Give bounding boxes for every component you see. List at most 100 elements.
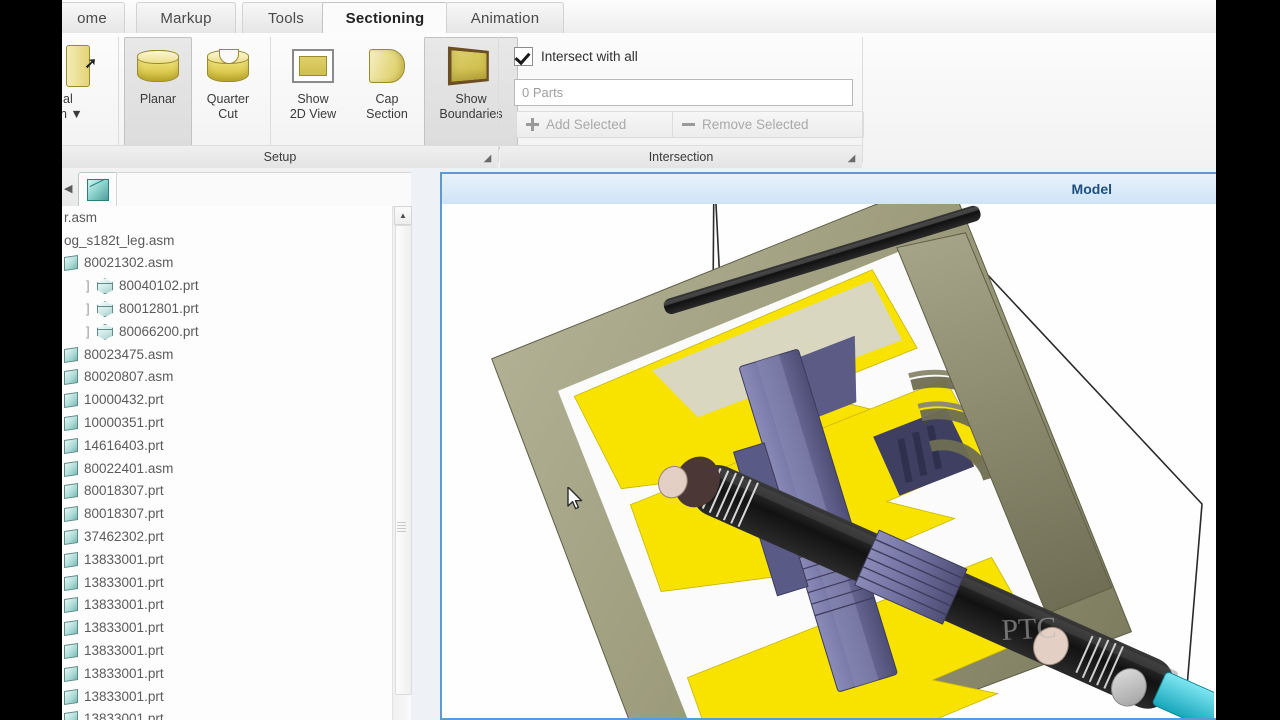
workspace: ◀ r.asm og_s182t_leg.asm 80021302.asm ] 8004… (62, 168, 1216, 720)
model-tree-row[interactable]: 13833001.prt (62, 548, 392, 571)
model-viewport[interactable]: Model PTC (440, 172, 1216, 720)
model-tree-row[interactable]: 13833001.prt (62, 708, 392, 720)
assembly-icon (64, 506, 78, 523)
section-partial-icon: ➚ (66, 44, 97, 88)
model-tree-pane: ◀ r.asm og_s182t_leg.asm 80021302.asm ] 8004… (62, 168, 412, 720)
ribbon-button-partial-section[interactable]: ➚ al on ▼ (62, 37, 112, 149)
ribbon-button-quarter-cut[interactable]: Quarter Cut (192, 37, 264, 149)
scrollbar-thumb[interactable] (395, 225, 412, 695)
ribbon-group-intersection-body: Intersect with all 0 Parts Add Selected … (500, 33, 864, 146)
assembly-icon (64, 255, 78, 272)
model-tree-row-label: r.asm (64, 209, 98, 225)
model-tree-row[interactable]: 10000351.prt (62, 411, 392, 434)
viewport-title-bar: Model (442, 174, 1216, 204)
cap-section-icon (369, 44, 405, 88)
model-tree-row-label: 10000432.prt (84, 392, 164, 408)
model-tree-row-label: 13833001.prt (84, 597, 164, 613)
arrow-up-glyph: ➚ (84, 55, 97, 72)
ribbon-button-cap-section-label1: Cap (375, 92, 399, 106)
model-tree-row-label: 13833001.prt (84, 688, 164, 704)
ribbon-button-show-2d-view[interactable]: Show 2D View (276, 37, 350, 149)
model-tree-row[interactable]: 80018307.prt (62, 502, 392, 525)
assembly-icon (64, 551, 78, 568)
setup-dialog-launcher-icon[interactable]: ◢ (481, 151, 494, 164)
model-tree-row-label: 80066200.prt (119, 323, 199, 339)
show-boundaries-icon (447, 44, 493, 88)
ribbon-button-show-boundaries-label2: Boundaries (439, 107, 503, 121)
ribbon-button-cap-section[interactable]: Cap Section (350, 37, 424, 149)
model-tree-row-label: 80018307.prt (84, 506, 164, 522)
model-tree-row[interactable]: 13833001.prt (62, 616, 392, 639)
tab-sectioning[interactable]: Sectioning (322, 2, 448, 33)
assembly-icon (64, 574, 78, 591)
model-tree-row[interactable]: ] 80066200.prt (62, 320, 392, 343)
sectioned-gearbox-assembly: PTC (491, 204, 1216, 718)
tab-home[interactable]: ome (62, 2, 125, 33)
parts-count-field[interactable]: 0 Parts (514, 79, 853, 106)
model-tree-row[interactable]: ] 80040102.prt (62, 274, 392, 297)
model-tree-row[interactable]: 13833001.prt (62, 662, 392, 685)
tab-tools[interactable]: Tools (242, 2, 330, 33)
model-tree-row[interactable]: 13833001.prt (62, 571, 392, 594)
model-tree-row-label: 80021302.asm (84, 255, 174, 271)
assembly-icon (64, 620, 78, 637)
model-tree-row[interactable]: 80018307.prt (62, 480, 392, 503)
checkbox-check-icon (514, 47, 533, 66)
tab-markup[interactable]: Markup (136, 2, 236, 33)
planar-cut-icon (137, 44, 179, 88)
part-cube-icon (96, 301, 113, 318)
model-tree-row[interactable]: 80022401.asm (62, 457, 392, 480)
screen-root: ome Markup Tools Sectioning Animation ➚ … (0, 0, 1280, 720)
model-tree-row[interactable]: 10000432.prt (62, 388, 392, 411)
ribbon-group-setup-label: Setup ◢ (62, 145, 498, 168)
model-tree-row-label: og_s182t_leg.asm (64, 232, 175, 248)
viewport-canvas[interactable]: PTC (442, 204, 1216, 718)
quarter-cut-icon (207, 44, 249, 88)
intersect-with-all-label: Intersect with all (541, 49, 638, 64)
part-cube-icon (96, 323, 113, 340)
ribbon-tab-strip: ome Markup Tools Sectioning Animation (62, 0, 1216, 34)
ribbon-button-planar[interactable]: Planar (124, 37, 192, 149)
model-tree-row[interactable]: ] 80012801.prt (62, 297, 392, 320)
model-tree-row[interactable]: 14616403.prt (62, 434, 392, 457)
assembly-icon (64, 415, 78, 432)
ribbon-button-quarter-cut-label2: Cut (218, 107, 238, 121)
model-tree-row-label: 80022401.asm (84, 460, 174, 476)
assembly-icon (64, 437, 78, 454)
add-selected-button[interactable]: Add Selected (516, 111, 680, 138)
tree-branch-icon: ] (86, 323, 90, 339)
assembly-icon (64, 483, 78, 500)
model-tree-tabbar-filler (116, 172, 411, 207)
chevron-left-icon[interactable]: ◀ (64, 182, 72, 195)
model-tree-row[interactable]: 13833001.prt (62, 685, 392, 708)
model-tree-scrollbar[interactable]: ▲ (392, 206, 412, 720)
model-tree-row[interactable]: 80020807.asm (62, 366, 392, 389)
assembly-icon (64, 665, 78, 682)
intersection-dialog-launcher-icon[interactable]: ◢ (845, 151, 858, 164)
viewport-title: Model (1071, 181, 1112, 197)
assembly-icon (64, 460, 78, 477)
model-tree-row[interactable]: 13833001.prt (62, 594, 392, 617)
model-tree-row[interactable]: 80021302.asm (62, 252, 392, 275)
model-tree-row[interactable]: 80023475.asm (62, 343, 392, 366)
tab-animation[interactable]: Animation (446, 2, 564, 33)
model-tree-row[interactable]: r.asm (62, 206, 392, 229)
ribbon-group-setup: ➚ al on ▼ Planar (62, 33, 518, 168)
remove-selected-label: Remove Selected (702, 117, 809, 132)
scrollbar-up-button[interactable]: ▲ (394, 206, 412, 225)
intersect-with-all-checkbox[interactable]: Intersect with all (514, 47, 638, 66)
model-tree-row[interactable]: 13833001.prt (62, 639, 392, 662)
tree-branch-icon: ] (86, 278, 90, 294)
remove-selected-button[interactable]: Remove Selected (672, 111, 864, 138)
arrow-cursor-icon (567, 487, 583, 510)
ribbon-group-intersection-label: Intersection ◢ (500, 145, 862, 168)
assembly-icon (64, 711, 78, 720)
model-tree-row[interactable]: og_s182t_leg.asm (62, 229, 392, 252)
model-tree-tab[interactable] (78, 172, 118, 207)
assembly-icon (64, 346, 78, 363)
part-cube-icon (96, 278, 113, 295)
model-tree-list[interactable]: r.asm og_s182t_leg.asm 80021302.asm ] 800401… (62, 206, 392, 720)
model-tree-row[interactable]: 37462302.prt (62, 525, 392, 548)
assembly-icon (64, 529, 78, 546)
model-tree-row-label: 14616403.prt (84, 437, 164, 453)
